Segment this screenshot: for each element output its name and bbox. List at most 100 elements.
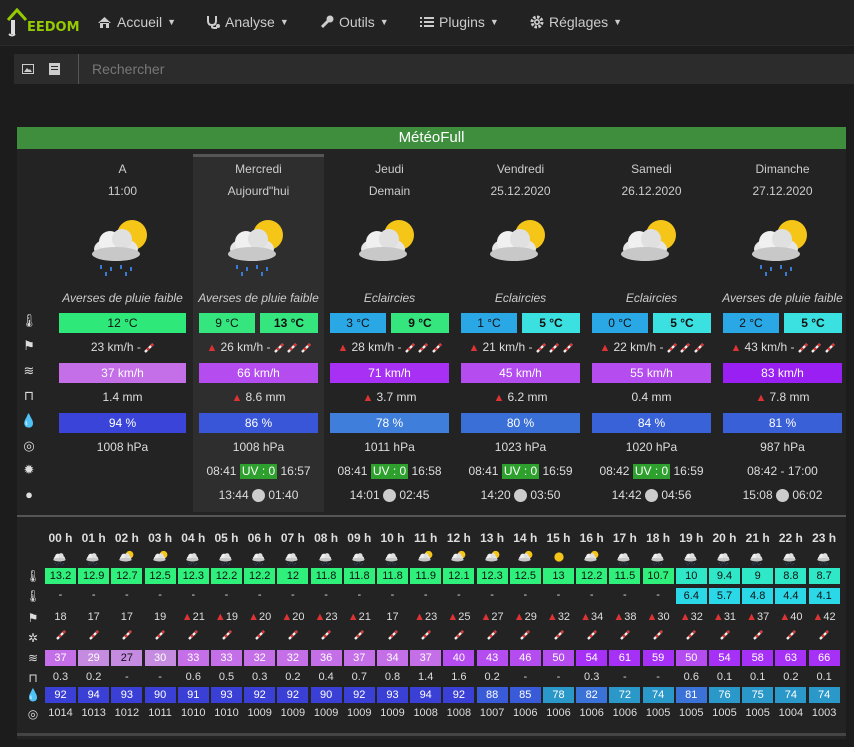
cloud-sun-icon <box>415 548 448 566</box>
document-icon <box>48 63 60 75</box>
hour-humidity: 72 <box>609 687 641 703</box>
cloud-sun-icon <box>451 550 466 562</box>
image-view-button[interactable] <box>16 54 40 84</box>
hour-label: 12 h <box>446 531 471 545</box>
moonrise-time: 15:08 <box>742 488 776 502</box>
moonrise-time: 14:01 <box>349 488 383 502</box>
nav-reglages[interactable]: Réglages ▼ <box>530 14 622 30</box>
moon-phase-icon <box>514 489 527 503</box>
hour-pressure: 1014 <box>48 707 73 719</box>
nav-accueil[interactable]: Accueil ▼ <box>97 14 176 30</box>
cloud-rain-icon <box>183 548 216 566</box>
day-column: Mercredi Aujourd"hui Averses de pluie faib… <box>193 154 324 514</box>
hour-temp-2: - <box>191 589 196 601</box>
hour-wind: ▲21 <box>343 611 376 623</box>
sun-icon <box>548 548 581 566</box>
windsock-icon <box>288 630 298 640</box>
hour-pressure: 1006 <box>513 707 538 719</box>
hour-humidity: 76 <box>709 687 740 703</box>
hour-wind-direction <box>542 629 575 641</box>
hour-gust: 27 <box>111 650 143 666</box>
day-name: Jeudi <box>375 162 404 176</box>
sunset-time: 16:57 <box>277 464 311 478</box>
cloud-rain-icon <box>382 548 415 566</box>
hour-gust: 54 <box>709 650 740 666</box>
pressure: 1011 hPa <box>364 440 415 454</box>
uv-index: UV : 0 <box>632 464 671 479</box>
windsock-icon <box>620 630 630 640</box>
hour-wind: ▲32 <box>542 611 575 623</box>
warning-icon: ▲ <box>206 342 221 354</box>
hour-gust: 43 <box>476 650 508 666</box>
wind-text: 22 km/h - <box>613 340 667 354</box>
hour-gust: 66 <box>808 650 840 666</box>
widget-title[interactable]: MétéoFull <box>17 127 846 149</box>
chevron-down-icon: ▼ <box>279 17 289 27</box>
nav-analyse[interactable]: Analyse ▼ <box>206 14 289 30</box>
moonrise-time: 14:20 <box>480 488 514 502</box>
cloud-rain-icon <box>816 553 830 566</box>
hour-wind-direction <box>442 629 475 641</box>
windsock-icon <box>797 342 808 353</box>
rain-amount: ▲ 7.8 mm <box>717 390 848 404</box>
hour-humidity: 93 <box>377 687 408 703</box>
hour-rain: 0.1 <box>816 671 832 683</box>
hour-humidity: 93 <box>111 687 143 703</box>
cloud-sun-rain-icon <box>742 209 822 279</box>
hour-temp: 9 <box>742 568 774 584</box>
cloud-rain-icon <box>318 553 332 566</box>
hour-wind: ▲19 <box>210 611 243 623</box>
hour-wind-direction <box>177 629 210 641</box>
wind-icon: ≋ <box>23 363 35 378</box>
sunrise-time: 08:41 <box>206 464 240 478</box>
hour-rain: - <box>523 671 528 683</box>
wind-text: 26 km/h - <box>220 340 274 354</box>
nav-plugins[interactable]: Plugins ▼ <box>420 14 499 30</box>
sunset-time: 16:58 <box>408 464 442 478</box>
hour-wind: 17 <box>376 611 409 623</box>
warning-icon: ▲ <box>812 611 824 623</box>
hour-label: 21 h <box>745 531 770 545</box>
hour-wind-text: 21 <box>358 611 371 623</box>
hour-humidity: 92 <box>45 687 76 703</box>
hour-label: 05 h <box>214 531 239 545</box>
windsock-icon: ⚑ <box>27 611 39 625</box>
hour-temp-2: - <box>423 589 428 601</box>
pressure: 1020 hPa <box>625 440 678 454</box>
hour-wind-direction <box>310 629 343 641</box>
hour-rain: 0.8 <box>384 671 401 683</box>
hour-rain: 0.2 <box>783 671 799 683</box>
hour-temp-2: - <box>490 589 494 601</box>
moonrise-time: 13:44 <box>218 488 252 502</box>
list-view-button[interactable] <box>42 54 66 84</box>
warning-icon: ▲ <box>580 611 591 623</box>
jeedom-logo[interactable]: EEDOM <box>6 4 80 40</box>
rain-amount: 0.4 mm <box>586 390 717 404</box>
hour-temp: 11.9 <box>410 568 442 584</box>
hour-humidity: 91 <box>177 687 209 703</box>
windsock-icon <box>487 630 497 640</box>
rain-text: 8.6 mm <box>245 390 286 404</box>
hour-temp: 12.7 <box>111 568 143 584</box>
cloud-rain-icon <box>814 548 847 566</box>
hour-label: 22 h <box>778 531 803 545</box>
hour-rain: 0.3 <box>584 671 600 683</box>
hour-wind-direction <box>708 629 741 641</box>
hour-humidity: 94 <box>410 687 442 703</box>
hour-temp: 12 <box>277 568 309 584</box>
hour-pressure: 1009 <box>380 707 405 719</box>
hour-wind-text: 17 <box>386 611 399 623</box>
hour-temp: 13 <box>543 568 574 584</box>
cloud-rain-icon <box>285 553 299 566</box>
temp-min: 9 °C <box>199 313 255 333</box>
nav-outils[interactable]: Outils ▼ <box>320 14 389 30</box>
hour-rain: 0.1 <box>716 671 733 683</box>
hour-rain: - <box>623 671 627 683</box>
hour-wind-text: 42 <box>823 611 836 623</box>
search-input[interactable] <box>78 54 854 84</box>
hour-label: 17 h <box>612 531 637 545</box>
moon-times: 14:20 03:50 <box>455 488 586 503</box>
wind-gust: 55 km/h <box>592 363 711 383</box>
hour-humidity: 75 <box>742 687 774 703</box>
hour-wind-text: 19 <box>153 611 167 623</box>
